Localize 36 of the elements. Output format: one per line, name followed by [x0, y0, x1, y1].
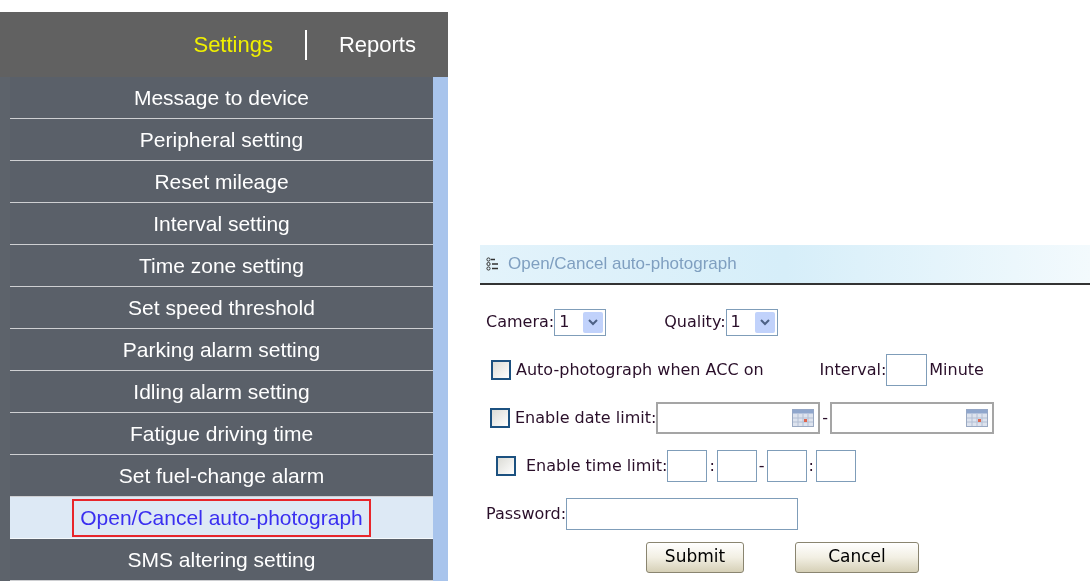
time-field[interactable] — [815, 450, 856, 482]
time-separator: : — [709, 455, 715, 477]
form-button[interactable]: Cancel — [795, 541, 919, 573]
list-icon — [486, 257, 500, 271]
time-limit-label: Enable time limit: — [526, 455, 668, 477]
checkbox[interactable] — [491, 360, 511, 380]
quality-select[interactable]: 1 — [725, 308, 778, 336]
date-field[interactable] — [656, 402, 821, 434]
time-field[interactable] — [716, 450, 757, 482]
camera-label: Camera: — [486, 311, 555, 333]
range-separator: - — [822, 407, 829, 429]
unit-label: Minute — [929, 359, 984, 381]
dialog-title: Open/Cancel auto-photograph — [508, 253, 737, 276]
camera-select[interactable]: 1 — [554, 308, 607, 336]
nav-link[interactable]: Settings — [193, 28, 273, 61]
date-field[interactable] — [830, 402, 995, 434]
interval-label: Interval: — [819, 359, 887, 381]
date-limit-label: Enable date limit: — [515, 407, 657, 429]
time-field[interactable] — [667, 450, 708, 482]
quality-label: Quality: — [664, 311, 726, 333]
password-field[interactable] — [566, 498, 799, 530]
calendar-icon — [966, 409, 989, 427]
checkbox[interactable] — [496, 456, 516, 476]
calendar-icon — [792, 409, 815, 427]
time-separator: : — [808, 455, 814, 477]
checkbox[interactable] — [490, 408, 510, 428]
password-label: Password: — [486, 503, 567, 525]
nav-link[interactable]: Reports — [338, 28, 416, 61]
interval-field[interactable] — [886, 354, 928, 386]
chevron-down-icon — [588, 318, 599, 326]
chevron-down-icon — [759, 318, 770, 326]
time-field[interactable] — [766, 450, 807, 482]
menu-item[interactable]: Open/Cancel auto-photograph — [72, 498, 371, 537]
acc-label: Auto-photograph when ACC on — [516, 359, 764, 381]
time-separator: - — [758, 455, 765, 477]
form-button[interactable]: Submit — [646, 541, 744, 573]
